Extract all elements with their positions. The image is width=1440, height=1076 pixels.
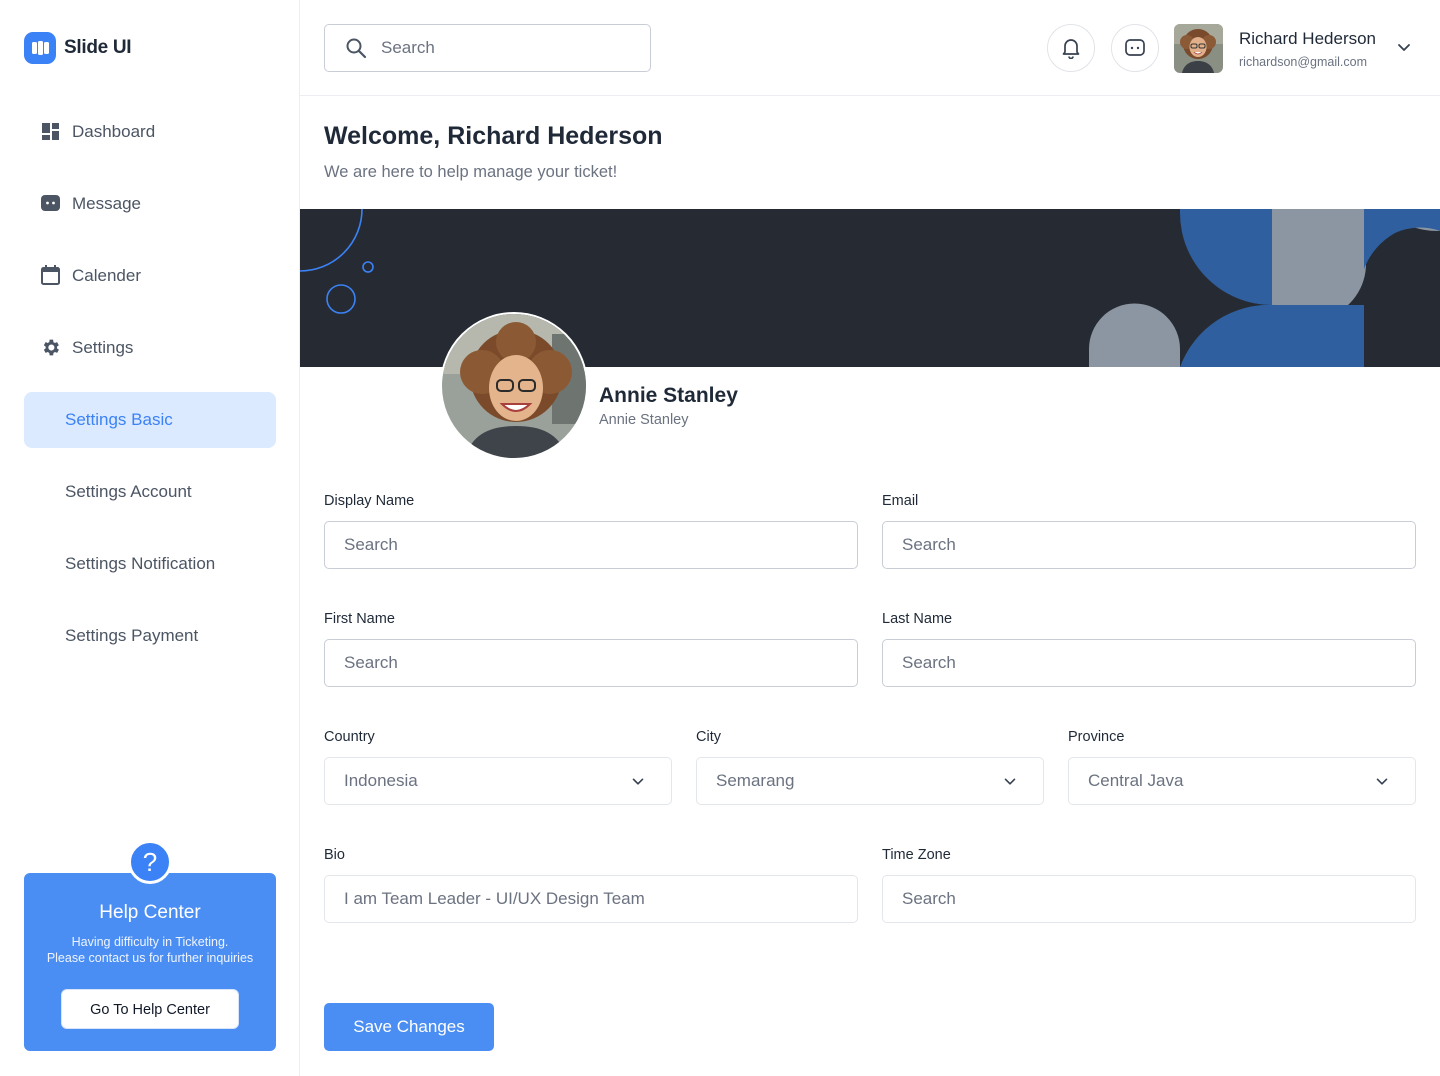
profile-username: Annie Stanley bbox=[599, 412, 689, 428]
province-select[interactable]: Central Java bbox=[1068, 757, 1416, 805]
nav-message-label: Message bbox=[72, 193, 141, 213]
chevron-down-icon[interactable] bbox=[1394, 38, 1414, 63]
profile-photo[interactable] bbox=[440, 312, 588, 460]
time-zone-label: Time Zone bbox=[882, 847, 951, 863]
province-label: Province bbox=[1068, 729, 1125, 745]
city-select[interactable]: Semarang bbox=[696, 757, 1044, 805]
sidebar: Slide UI Dashboard Message Calender Sett… bbox=[0, 0, 300, 1076]
province-value: Central Java bbox=[1088, 771, 1184, 790]
last-name-label: Last Name bbox=[882, 611, 953, 627]
time-zone-field[interactable]: Search bbox=[882, 875, 1416, 923]
last-name-placeholder: Search bbox=[902, 653, 956, 672]
bell-icon bbox=[1062, 39, 1080, 59]
bio-label: Bio bbox=[324, 847, 345, 863]
sub-settings-payment[interactable]: Settings Payment bbox=[65, 626, 198, 646]
display-name-label: Display Name bbox=[324, 493, 415, 509]
nav-calendar[interactable]: Calender bbox=[40, 265, 141, 286]
app-logo[interactable]: Slide UI bbox=[24, 32, 132, 64]
nav-message[interactable]: Message bbox=[40, 193, 141, 214]
bio-field[interactable]: I am Team Leader - UI/UX Design Team bbox=[324, 875, 858, 923]
email-placeholder: Search bbox=[902, 535, 956, 554]
bio-value: I am Team Leader - UI/UX Design Team bbox=[344, 889, 645, 908]
dashboard-icon bbox=[40, 121, 61, 142]
user-name: Richard Hederson bbox=[1239, 29, 1377, 48]
nav-settings-label: Settings bbox=[72, 337, 134, 357]
logo-icon bbox=[24, 32, 56, 64]
chat-button[interactable] bbox=[1111, 24, 1159, 72]
nav-dashboard[interactable]: Dashboard bbox=[40, 121, 155, 142]
help-line-2: Please contact us for further inquiries bbox=[46, 951, 254, 965]
gear-icon bbox=[40, 337, 61, 358]
email-label: Email bbox=[882, 493, 919, 509]
chevron-down-icon bbox=[1004, 778, 1016, 785]
city-label: City bbox=[696, 729, 721, 745]
user-avatar[interactable] bbox=[1174, 24, 1223, 73]
help-title: Help Center bbox=[99, 902, 201, 923]
first-name-placeholder: Search bbox=[344, 653, 398, 672]
search-placeholder: Search bbox=[381, 38, 435, 57]
nav-settings[interactable]: Settings bbox=[40, 337, 133, 358]
profile-name: Annie Stanley bbox=[599, 384, 738, 407]
nav-dashboard-label: Dashboard bbox=[72, 121, 156, 141]
sub-settings-account[interactable]: Settings Account bbox=[65, 482, 192, 502]
email-field[interactable]: Search bbox=[882, 521, 1416, 569]
page-subtitle: We are here to help manage your ticket! bbox=[324, 163, 618, 181]
chevron-down-icon bbox=[632, 778, 644, 785]
notification-button[interactable] bbox=[1047, 24, 1095, 72]
message-icon bbox=[40, 193, 61, 214]
help-line-1: Having difficulty in Ticketing. bbox=[71, 935, 229, 949]
sub-settings-notification[interactable]: Settings Notification bbox=[65, 554, 215, 574]
country-value: Indonesia bbox=[344, 771, 418, 790]
help-description: Having difficulty in Ticketing. Please c… bbox=[24, 934, 276, 966]
question-icon: ? bbox=[128, 840, 172, 884]
help-center-card: ? Help Center Having difficulty in Ticke… bbox=[24, 840, 276, 1051]
nav-calendar-label: Calender bbox=[72, 265, 141, 285]
country-select[interactable]: Indonesia bbox=[324, 757, 672, 805]
city-value: Semarang bbox=[716, 771, 795, 790]
search-icon bbox=[346, 38, 367, 59]
app-name: Slide UI bbox=[64, 37, 132, 58]
go-to-help-center-button[interactable]: Go To Help Center bbox=[61, 989, 239, 1029]
display-name-field[interactable]: Search bbox=[324, 521, 858, 569]
time-zone-placeholder: Search bbox=[902, 889, 956, 908]
topbar: Search Richard Hederson richardson@gmail… bbox=[300, 0, 1440, 96]
sub-settings-basic-label: Settings Basic bbox=[65, 410, 173, 429]
user-email: richardson@gmail.com bbox=[1239, 55, 1368, 69]
first-name-label: First Name bbox=[324, 611, 395, 627]
last-name-field[interactable]: Search bbox=[882, 639, 1416, 687]
calendar-icon bbox=[40, 265, 61, 286]
display-name-placeholder: Search bbox=[344, 535, 398, 554]
search-input[interactable]: Search bbox=[324, 24, 651, 72]
chat-icon bbox=[1125, 39, 1145, 56]
save-changes-button[interactable]: Save Changes bbox=[324, 1003, 494, 1051]
sub-settings-basic[interactable]: Settings Basic bbox=[24, 392, 276, 448]
first-name-field[interactable]: Search bbox=[324, 639, 858, 687]
country-label: Country bbox=[324, 729, 375, 745]
chevron-down-icon bbox=[1376, 778, 1388, 785]
page-title: Welcome, Richard Hederson bbox=[324, 122, 663, 150]
